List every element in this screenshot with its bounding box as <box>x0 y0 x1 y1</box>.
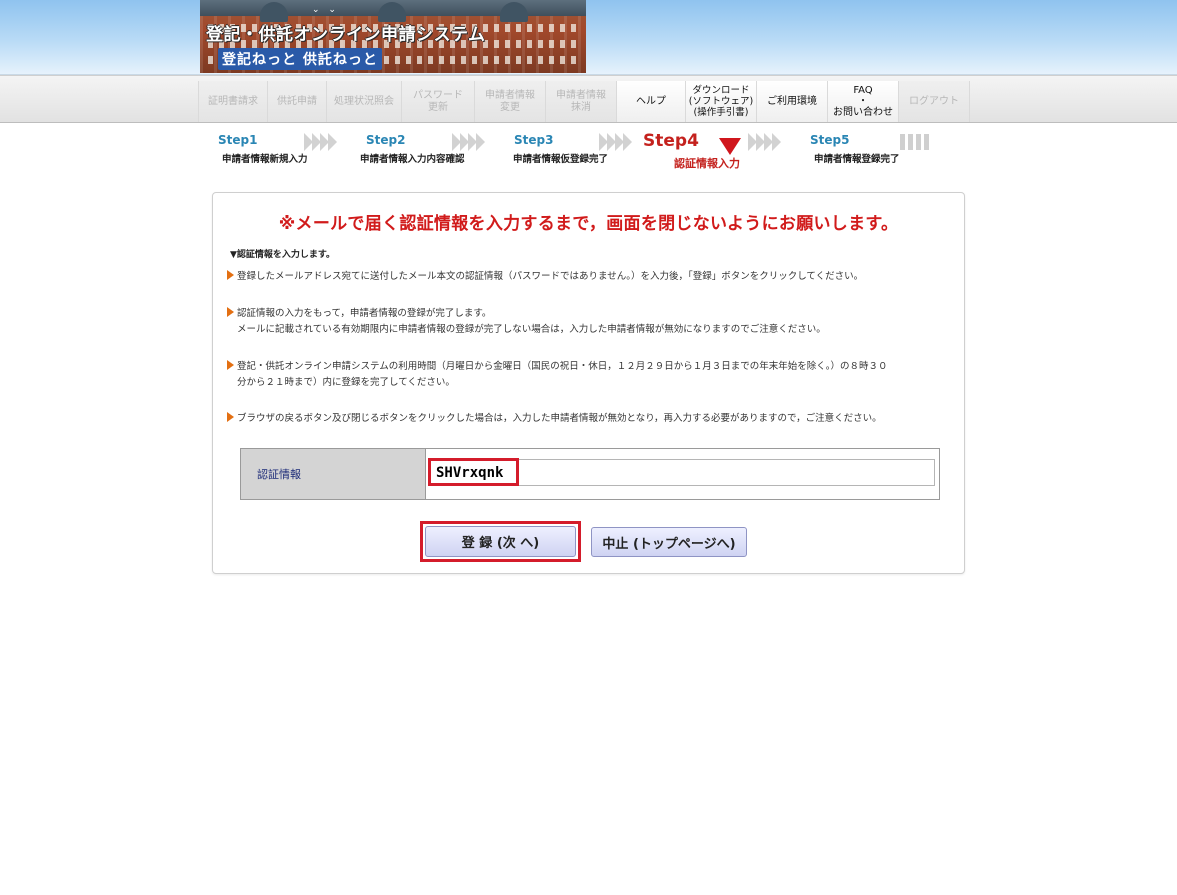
menu-item-deposit[interactable]: 供託申請 <box>267 81 326 122</box>
cancel-button[interactable]: 中止 (トップページへ) <box>591 527 747 557</box>
auth-form-row: 認証情報 <box>240 448 940 500</box>
step-end-bars-icon <box>900 134 932 150</box>
step-desc: 申請者情報登録完了 <box>814 154 900 165</box>
step-arrow-icon <box>452 133 485 151</box>
banner-dome <box>500 2 528 22</box>
menu-item-logout[interactable]: ログアウト <box>898 81 970 122</box>
step-desc: 申請者情報入力内容確認 <box>360 154 465 165</box>
menu-item-applicant-change[interactable]: 申請者情報 変更 <box>474 81 545 122</box>
bullet-triangle-icon <box>227 360 234 370</box>
step-arrow-icon <box>748 133 781 151</box>
header-bar: 登記・供託オンライン申請システム 登記ねっと 供託ねっと ⌄ ⌄ <box>0 0 1177 75</box>
step-label: Step3 <box>514 133 554 147</box>
menu-item-faq[interactable]: FAQ ・ お問い合わせ <box>827 81 898 122</box>
instruction-paragraph: 登記・供託オンライン申請システムの利用時間（月曜日から金曜日（国民の祝日・休日，… <box>227 359 887 391</box>
step-5: Step5 申請者情報登録完了 <box>810 133 900 165</box>
birds-icon: ⌄ ⌄ <box>312 5 339 15</box>
section-heading: ▼認証情報を入力します。 <box>230 250 336 260</box>
instruction-paragraph: 認証情報の入力をもって，申請者情報の登録が完了します。 メールに記載されている有… <box>227 306 826 338</box>
menu-item-help[interactable]: ヘルプ <box>616 81 685 122</box>
bullet-triangle-icon <box>227 412 234 422</box>
paragraph-line: 登録したメールアドレス宛てに送付したメール本文の認証情報（パスワードではありませ… <box>237 271 864 282</box>
site-title: 登記・供託オンライン申請システム <box>206 25 486 45</box>
current-step-arrow-icon <box>719 138 741 155</box>
menu-item-applicant-delete[interactable]: 申請者情報 抹消 <box>545 81 616 122</box>
auth-code-input[interactable] <box>430 459 935 486</box>
auth-field-cell <box>426 449 939 499</box>
banner-dome <box>378 2 406 22</box>
register-button[interactable]: 登 録 (次 へ) <box>425 526 576 557</box>
step-label: Step5 <box>810 133 850 147</box>
auth-panel: ※メールで届く認証情報を入力するまで，画面を閉じないようにお願いします。 ▼認証… <box>212 192 965 574</box>
warning-message: ※メールで届く認証情報を入力するまで，画面を閉じないようにお願いします。 <box>278 214 899 234</box>
instruction-paragraph: 登録したメールアドレス宛てに送付したメール本文の認証情報（パスワードではありませ… <box>227 269 863 285</box>
paragraph-line: 認証情報の入力をもって，申請者情報の登録が完了します。 <box>237 308 492 319</box>
site-banner: 登記・供託オンライン申請システム 登記ねっと 供託ねっと <box>200 0 586 73</box>
step-2: Step2 申請者情報入力内容確認 <box>360 133 465 165</box>
paragraph-line: 登記・供託オンライン申請システムの利用時間（月曜日から金曜日（国民の祝日・休日，… <box>237 361 888 372</box>
global-menu: 証明書請求 供託申請 処理状況照会 パスワード 更新 申請者情報 変更 申請者情… <box>198 81 970 122</box>
menu-item-environment[interactable]: ご利用環境 <box>756 81 827 122</box>
menu-item-certificate[interactable]: 証明書請求 <box>198 81 267 122</box>
step-1: Step1 申請者情報新規入力 <box>218 133 308 165</box>
step-desc: 認証情報入力 <box>674 157 740 170</box>
instruction-paragraph: ブラウザの戻るボタン及び閉じるボタンをクリックした場合は，入力した申請者情報が無… <box>227 411 882 427</box>
step-3: Step3 申請者情報仮登録完了 <box>513 133 609 165</box>
step-arrow-icon <box>304 133 337 151</box>
step-desc: 申請者情報仮登録完了 <box>513 154 609 165</box>
menu-item-password[interactable]: パスワード 更新 <box>401 81 474 122</box>
bullet-triangle-icon <box>227 307 234 317</box>
step-label: Step2 <box>366 133 406 147</box>
auth-field-label: 認証情報 <box>241 449 426 499</box>
paragraph-line: ブラウザの戻るボタン及び閉じるボタンをクリックした場合は，入力した申請者情報が無… <box>237 413 882 424</box>
menu-item-status[interactable]: 処理状況照会 <box>326 81 401 122</box>
step-desc: 申請者情報新規入力 <box>222 154 308 165</box>
bullet-triangle-icon <box>227 270 234 280</box>
banner-dome <box>260 2 288 22</box>
step-label: Step1 <box>218 133 258 147</box>
menu-item-download[interactable]: ダウンロード (ソフトウェア) (操作手引書) <box>685 81 756 122</box>
step-arrow-icon <box>599 133 632 151</box>
site-subtitle: 登記ねっと 供託ねっと <box>218 48 382 70</box>
paragraph-line: メールに記載されている有効期限内に申請者情報の登録が完了しない場合は，入力した申… <box>237 324 826 335</box>
paragraph-line: 分から２１時まで）内に登録を完了してください。 <box>237 377 455 388</box>
